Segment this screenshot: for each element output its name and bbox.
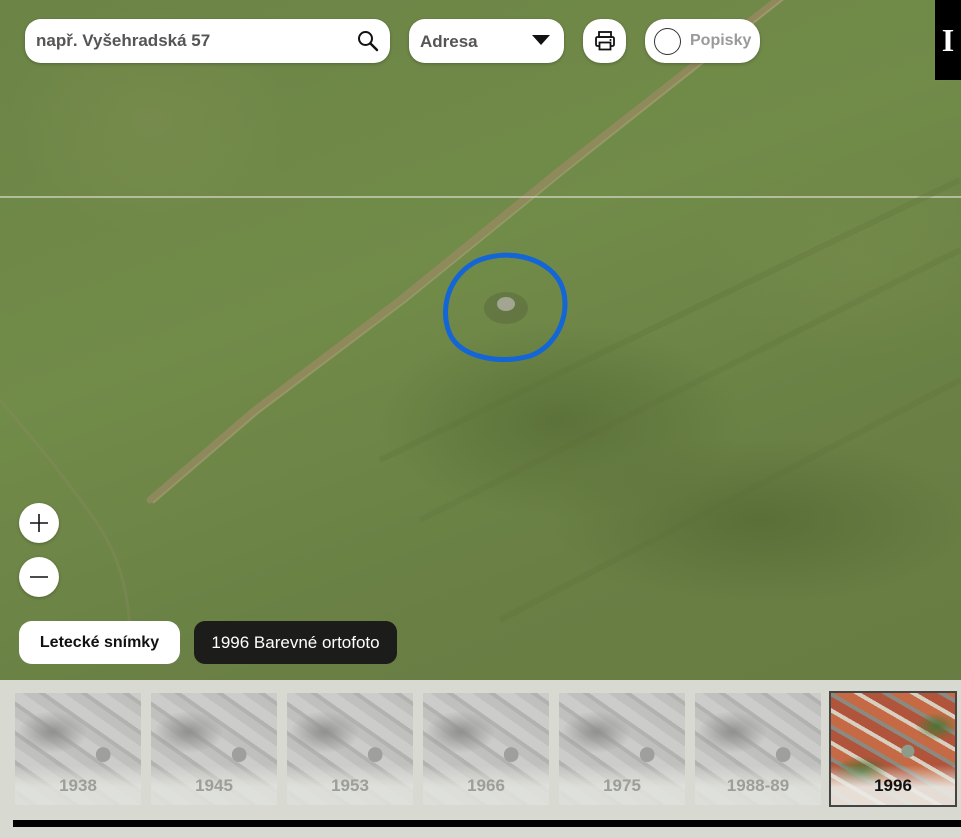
search-type-label: Adresa [420,32,478,51]
timeline-year: 1996 [874,776,912,795]
plus-icon [30,514,48,532]
search-type-select[interactable]: Adresa [409,19,564,63]
search-input[interactable] [36,19,351,63]
caret-down-icon [532,35,550,45]
search-icon [358,31,379,52]
print-button[interactable] [583,19,626,63]
timeline-thumb-1996[interactable]: 1996 [829,691,957,807]
timeline-year: 1953 [331,776,369,795]
minus-icon [30,576,48,578]
labels-toggle[interactable]: Popisky [645,19,760,63]
timeline-thumb-1988-89[interactable]: 1988-89 [695,693,821,805]
timeline-thumb-1938[interactable]: 1938 [15,693,141,805]
timeline-thumb-1945[interactable]: 1945 [151,693,277,805]
timeline-year: 1966 [467,776,505,795]
timeline-year: 1945 [195,776,233,795]
info-tab[interactable]: I [935,0,961,80]
timeline-thumb-1966[interactable]: 1966 [423,693,549,805]
timeline-year: 1938 [59,776,97,795]
timeline-year: 1988-89 [726,776,790,795]
current-layer-label: 1996 Barevné ortofoto [194,621,397,664]
search-box [25,19,390,63]
dirt-path-shadow [152,0,784,504]
labels-toggle-label: Popisky [690,32,752,49]
map-object-shadow [484,292,528,324]
timeline-thumb-1975[interactable]: 1975 [559,693,685,805]
timeline-scrollbar[interactable] [13,820,961,827]
timeline-strip: 1938 1945 1953 1966 1975 1988-89 1996 [0,680,961,838]
search-button[interactable] [354,27,382,55]
timeline-year: 1975 [603,776,641,795]
timeline-thumb-1953[interactable]: 1953 [287,693,413,805]
aerial-photos-button[interactable]: Letecké snímky [19,621,180,664]
zoom-out-button[interactable] [19,557,59,597]
zoom-in-button[interactable] [19,503,59,543]
labels-radio[interactable] [654,28,681,55]
printer-icon [594,31,615,51]
